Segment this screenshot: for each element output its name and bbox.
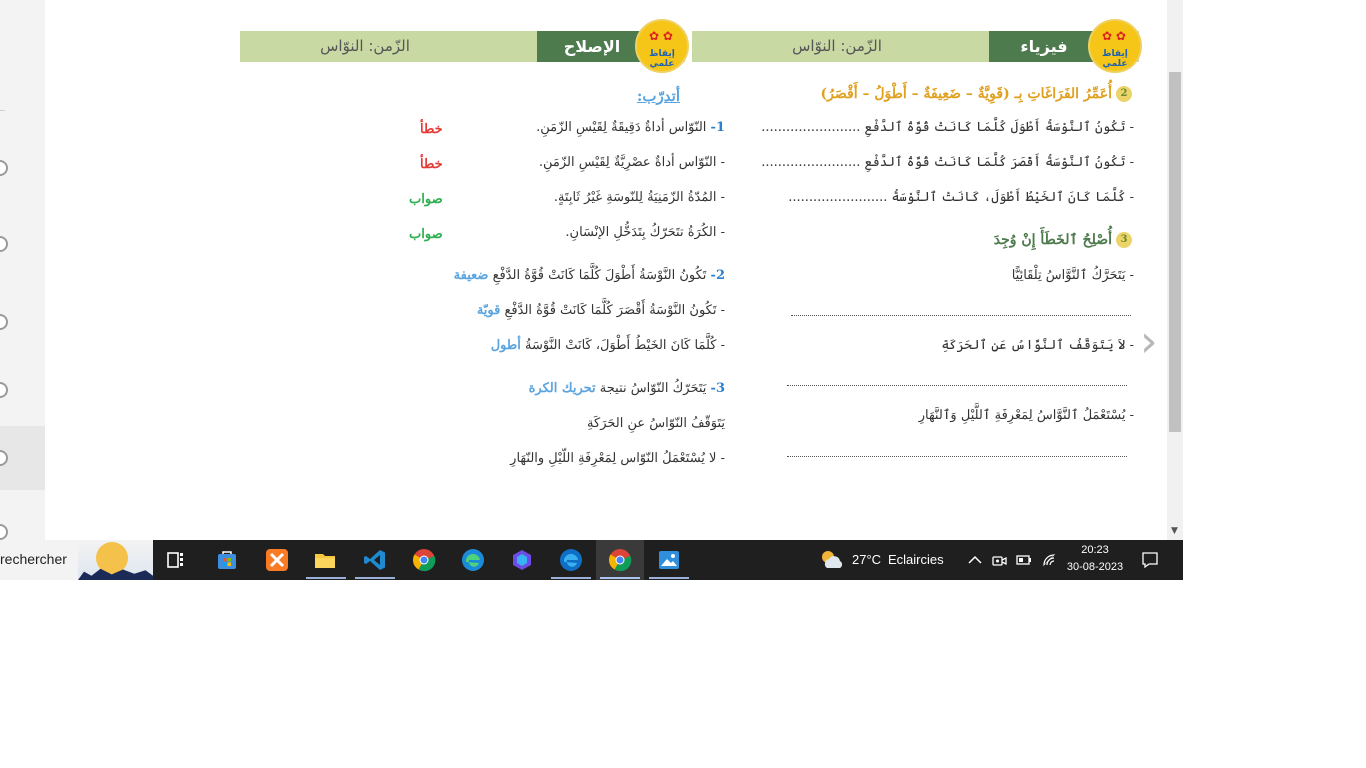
task-view-icon[interactable]: [165, 548, 189, 572]
wifi-icon[interactable]: [1041, 552, 1057, 568]
weather-partly-cloudy-icon[interactable]: [819, 548, 845, 572]
battery-icon[interactable]: [1015, 552, 1033, 568]
q2-line-3: - كُلَّمَا كَانَ الخَيْطُ أَطْوَلَ، كَان…: [490, 338, 725, 353]
q1-line-3: - المُدّةُ الزّمَنِيَةُ لِلنّوسَةِ غَيْر…: [553, 190, 725, 205]
right-q3-title: 3أُصْلِحُ ٱلخَطَأَ إِنْ وُجِدَ: [994, 232, 1132, 248]
right-q3-line-3: - يُسْتَعْمَلُ ٱلنَّوَّاسُ لِمَعْرِفَةِ …: [918, 408, 1134, 423]
camera-icon[interactable]: [991, 552, 1007, 568]
q3-line-1: 3- يَتَحَرّكُ النّوّاسُ نتيجة تحريك الكر…: [528, 381, 725, 396]
weather-description[interactable]: Eclaircies: [888, 552, 944, 567]
clock-date[interactable]: 30-08-2023: [1060, 561, 1130, 573]
answer-dotted-line: [787, 384, 1127, 386]
q1-line-2: - النّوّاس أداةٌ عصْرِيَّةٌ لِقَيْسِ الز…: [538, 155, 725, 170]
question-badge-icon: 3: [1116, 232, 1132, 248]
rail-divider: [0, 110, 5, 111]
running-indicator: [649, 577, 689, 579]
rail-page-item[interactable]: [0, 314, 8, 330]
q1-line-1: 1- النّوّاس أداةٌ دَقِيقَةٌ لِقَيْسِ الز…: [536, 120, 725, 135]
clock-time[interactable]: 20:23: [1064, 544, 1126, 556]
photos-icon[interactable]: [657, 548, 681, 572]
question-badge-icon: 2: [1116, 86, 1132, 102]
taskbar: rechercher 27°C Eclaircies 20:23 30-08-2…: [0, 540, 1183, 580]
left-header-time: الزّمن: النوّاس: [320, 37, 410, 55]
right-q2-line-2: - تَكُونُ ٱلنَّوْسَةُ أَقْصَرَ كُلَّمَا …: [761, 155, 1134, 170]
rail-page-item[interactable]: [0, 382, 8, 398]
search-highlight-image: [78, 540, 153, 580]
q3-line-2: يَتَوَقّفُ النّوّاسُ عنِ الحَرَكَةِ: [587, 416, 725, 431]
screen: الزّمن: النوّاس الإصلاح ✿ ✿ إيقاظ علمي ال…: [0, 0, 1183, 580]
next-page-arrow-icon[interactable]: ›: [1140, 320, 1170, 364]
chrome-active-icon[interactable]: [608, 548, 632, 572]
vertical-scrollbar[interactable]: ▼: [1167, 0, 1183, 540]
training-heading: أتدرّب:: [636, 87, 680, 105]
answer-dotted-line: [791, 314, 1131, 316]
right-q2-title: 2أُعَمِّرُ الفَرَاغَاتِ بِـ (قَوِيَّةٌ –…: [821, 86, 1132, 102]
running-indicator: [551, 577, 591, 579]
chrome-icon[interactable]: [412, 548, 436, 572]
rail-page-item[interactable]: [0, 160, 8, 176]
right-q2-line-3: - كُلَّمَا كَانَ ٱلخَيْطُ أَطْوَلَ، كَان…: [788, 190, 1134, 205]
rail-page-item[interactable]: [0, 524, 8, 540]
answer-wrong: خطأ: [420, 121, 443, 136]
logo-icon: ✿ ✿ إيقاظ علمي: [635, 19, 689, 73]
left-page-header: الزّمن: النوّاس الإصلاح ✿ ✿ إيقاظ علمي: [240, 19, 689, 73]
chevron-up-icon[interactable]: [968, 554, 982, 566]
q3-line-3: - لا يُسْتَعْمَلُ النّوّاس لِمَعْرِفَةِ …: [510, 451, 725, 466]
answer-wrong: خطأ: [420, 156, 443, 171]
taskbar-search-box[interactable]: rechercher: [0, 540, 153, 580]
scroll-down-arrow-icon[interactable]: ▼: [1171, 526, 1178, 536]
q2-line-2: - تَكُونُ النَّوْسَةُ أَقْصَرَ كُلَّمَا …: [476, 303, 725, 318]
file-explorer-icon[interactable]: [313, 548, 337, 572]
rail-page-item[interactable]: [0, 236, 8, 252]
answer-dotted-line: [787, 455, 1127, 457]
running-indicator: [306, 577, 346, 579]
document-viewer: الزّمن: النوّاس الإصلاح ✿ ✿ إيقاظ علمي ال…: [45, 0, 1167, 540]
left-header-title: الإصلاح: [537, 31, 647, 62]
xampp-icon[interactable]: [265, 548, 289, 572]
right-q2-line-1: - تَكُونُ ٱلنَّوْسَةُ أَطْوَلَ كُلَّمَا …: [761, 120, 1134, 135]
running-indicator: [355, 577, 395, 579]
weather-temperature[interactable]: 27°C: [852, 552, 881, 567]
right-q3-line-1: - يَتَحَرَّكُ ٱلنَّوَّاسُ تِلْقَائِيًّا: [1011, 268, 1134, 283]
notification-center-icon[interactable]: [1141, 551, 1159, 569]
answer-correct: صواب: [409, 191, 443, 206]
right-q3-line-2: - لاَ يَتَوَقَّفُ ٱلنَّوَّاسُ عَنِ ٱلحَر…: [941, 338, 1134, 353]
q2-line-1: 2- تَكُونُ النَّوْسَةُ أَطْوَلَ كُلَّمَا…: [453, 268, 725, 283]
answer-correct: صواب: [409, 226, 443, 241]
q1-line-4: - الكُرَةُ تتَحَرّكُ بِتَدَخُّلِ الإنْسَ…: [565, 225, 725, 240]
search-label: rechercher: [0, 551, 67, 567]
logo-icon: ✿ ✿ إيقاظ علمي: [1088, 19, 1142, 73]
right-header-subject: فيزياء: [989, 31, 1099, 62]
left-thumbnail-rail: [0, 0, 45, 540]
vscode-icon[interactable]: [363, 548, 387, 572]
right-header-time: الزّمن: النوّاس: [792, 37, 882, 55]
edge-beta-icon[interactable]: [559, 548, 583, 572]
edge-icon[interactable]: [461, 548, 485, 572]
right-page-header: الزّمن: النوّاس فيزياء ✿ ✿ إيقاظ علمي: [692, 19, 1142, 73]
copilot-icon[interactable]: [510, 548, 534, 572]
scrollbar-thumb[interactable]: [1169, 72, 1181, 432]
store-icon[interactable]: [215, 548, 239, 572]
running-indicator: [600, 577, 640, 579]
